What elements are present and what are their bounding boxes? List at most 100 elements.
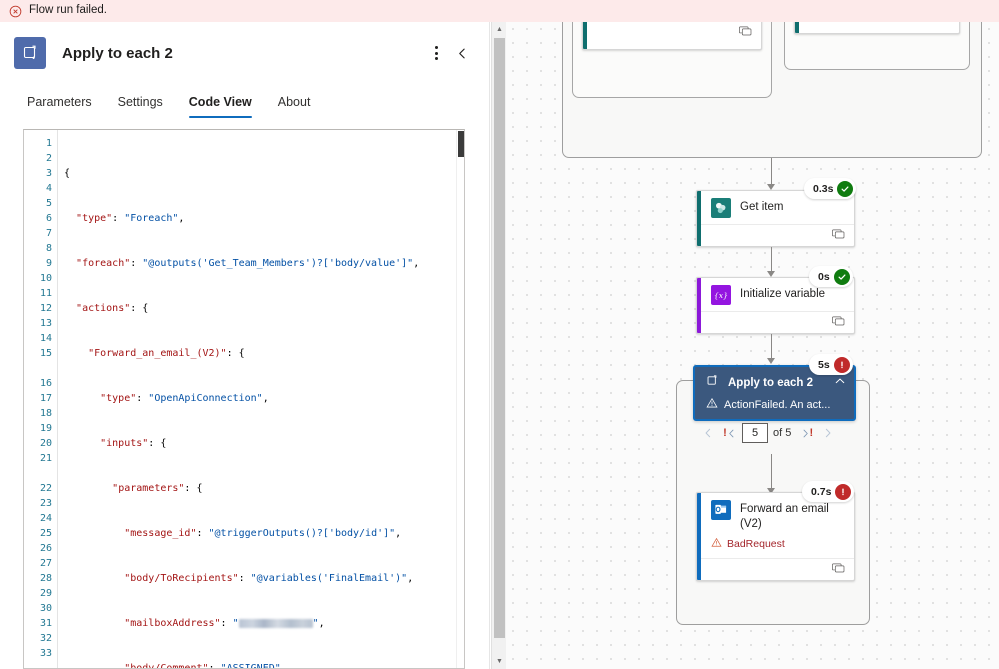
previous-failed-icon[interactable]: ! <box>720 422 740 444</box>
line-number: 9 <box>45 258 52 269</box>
card-accent-bar <box>583 22 587 49</box>
line-number: 16 <box>39 378 52 389</box>
scroll-down-arrow-icon[interactable]: ▼ <box>492 654 507 669</box>
chevron-up-icon[interactable] <box>834 374 846 392</box>
card-accent-bar <box>795 22 799 33</box>
line-number: 17 <box>39 393 52 404</box>
duration-label: 0.7s <box>811 485 832 498</box>
line-number: 13 <box>39 318 52 329</box>
comment-icon[interactable] <box>832 561 845 579</box>
foreach-loop-icon <box>706 374 719 392</box>
line-number: 29 <box>39 588 52 599</box>
line-number: 8 <box>45 243 52 254</box>
line-number: 20 <box>39 438 52 449</box>
chevron-last-icon[interactable] <box>818 422 838 444</box>
connector-line <box>771 247 772 273</box>
detail-pane-header: Apply to each 2 <box>0 22 489 74</box>
line-number: 1 <box>45 138 52 149</box>
line-number: 19 <box>39 423 52 434</box>
detail-tabs: Parameters Settings Code View About <box>0 82 489 118</box>
line-number: 32 <box>39 633 52 644</box>
card-footer <box>583 22 761 43</box>
tab-parameters[interactable]: Parameters <box>14 89 105 118</box>
pane-scrollbar[interactable]: ▲ ▼ <box>491 22 506 669</box>
banner-message: Flow run failed. <box>29 4 107 17</box>
card-footer <box>701 558 854 580</box>
connector-line <box>771 158 772 186</box>
checkmark-circle-icon <box>837 180 854 197</box>
scroll-up-arrow-icon[interactable]: ▲ <box>492 22 507 37</box>
line-number: 24 <box>39 513 52 524</box>
duration-label: 0.3s <box>813 182 834 195</box>
line-number: 26 <box>39 543 52 554</box>
right-branch-card[interactable] <box>794 22 960 34</box>
node-title: Initialize variable <box>740 288 826 300</box>
redacted-value <box>238 619 313 628</box>
tab-code-view[interactable]: Code View <box>176 89 265 118</box>
node-title: Apply to each 2 <box>728 377 813 389</box>
line-number: 23 <box>39 498 52 509</box>
svg-text:{x}: {x} <box>714 291 728 300</box>
line-number: . <box>24 361 57 376</box>
line-number: 31 <box>39 618 52 629</box>
node-forward-an-email-v2[interactable]: Forward an email (V2) BadRequest <box>696 492 855 581</box>
line-number: . <box>24 466 57 481</box>
node-title: Get item <box>740 201 784 213</box>
line-number-gutter: 123456789101112131415.161718192021.22232… <box>24 130 58 668</box>
line-number: 6 <box>45 213 52 224</box>
comment-icon[interactable] <box>832 227 845 245</box>
line-number: 25 <box>39 528 52 539</box>
outlook-icon <box>711 500 731 520</box>
status-badge-apply-to-each-2: 5s <box>809 354 853 375</box>
card-footer <box>701 311 854 333</box>
line-number: 15 <box>39 348 52 359</box>
flow-run-failed-banner: Flow run failed. <box>0 0 999 22</box>
iteration-total-label: of 5 <box>773 427 792 439</box>
node-error-message: ActionFailed. An act... <box>695 392 854 412</box>
code-view-editor[interactable]: 123456789101112131415.161718192021.22232… <box>23 129 465 669</box>
tab-about[interactable]: About <box>265 89 324 118</box>
line-number: 4 <box>45 183 52 194</box>
code-editor-scrollbar-thumb[interactable] <box>458 131 464 157</box>
line-number: 2 <box>45 153 52 164</box>
comment-icon[interactable] <box>832 314 845 332</box>
comment-icon[interactable] <box>739 24 752 42</box>
line-number: 33 <box>39 648 52 659</box>
flow-run-detail-screen: Flow run failed. Apply to each 2 Paramet… <box>0 0 999 669</box>
foreach-loop-icon <box>14 37 46 69</box>
warning-triangle-icon <box>711 537 722 551</box>
iteration-number-input[interactable] <box>742 423 768 443</box>
kebab-menu-icon[interactable] <box>423 40 449 66</box>
action-condition-failed-card[interactable]: ActionConditionFailed. The... <box>582 22 762 50</box>
error-exclamation-circle-icon <box>835 483 852 500</box>
variable-icon: {x} <box>711 285 731 305</box>
chevron-left-icon[interactable] <box>449 40 475 66</box>
line-number: 14 <box>39 333 52 344</box>
warning-triangle-icon <box>706 397 718 412</box>
node-title: Forward an email (V2) <box>740 503 829 530</box>
pane-scrollbar-thumb[interactable] <box>494 38 505 638</box>
error-circle-icon <box>9 5 22 18</box>
connector-line <box>771 334 772 360</box>
chevron-first-icon[interactable] <box>698 422 718 444</box>
line-number: 11 <box>39 288 52 299</box>
line-number: 12 <box>39 303 52 314</box>
line-number: 18 <box>39 408 52 419</box>
code-editor-scrollbar[interactable] <box>456 130 464 668</box>
next-failed-icon[interactable]: ! <box>796 422 816 444</box>
duration-label: 5s <box>818 358 830 371</box>
iteration-pager: ! of 5 ! <box>698 422 838 444</box>
sharepoint-icon <box>711 198 731 218</box>
connector-line <box>771 454 772 490</box>
tab-settings[interactable]: Settings <box>105 89 176 118</box>
checkmark-circle-icon <box>833 268 850 285</box>
status-badge-forward-an-email: 0.7s <box>802 481 855 502</box>
line-number: 5 <box>45 198 52 209</box>
flow-canvas[interactable]: ActionConditionFailed. The... <box>506 22 999 669</box>
line-number: 21 <box>39 453 52 464</box>
line-number: 30 <box>39 603 52 614</box>
line-number: 28 <box>39 573 52 584</box>
line-number: 7 <box>45 228 52 239</box>
code-content[interactable]: { "type": "Foreach", "foreach": "@output… <box>58 130 464 668</box>
line-number: 22 <box>39 483 52 494</box>
